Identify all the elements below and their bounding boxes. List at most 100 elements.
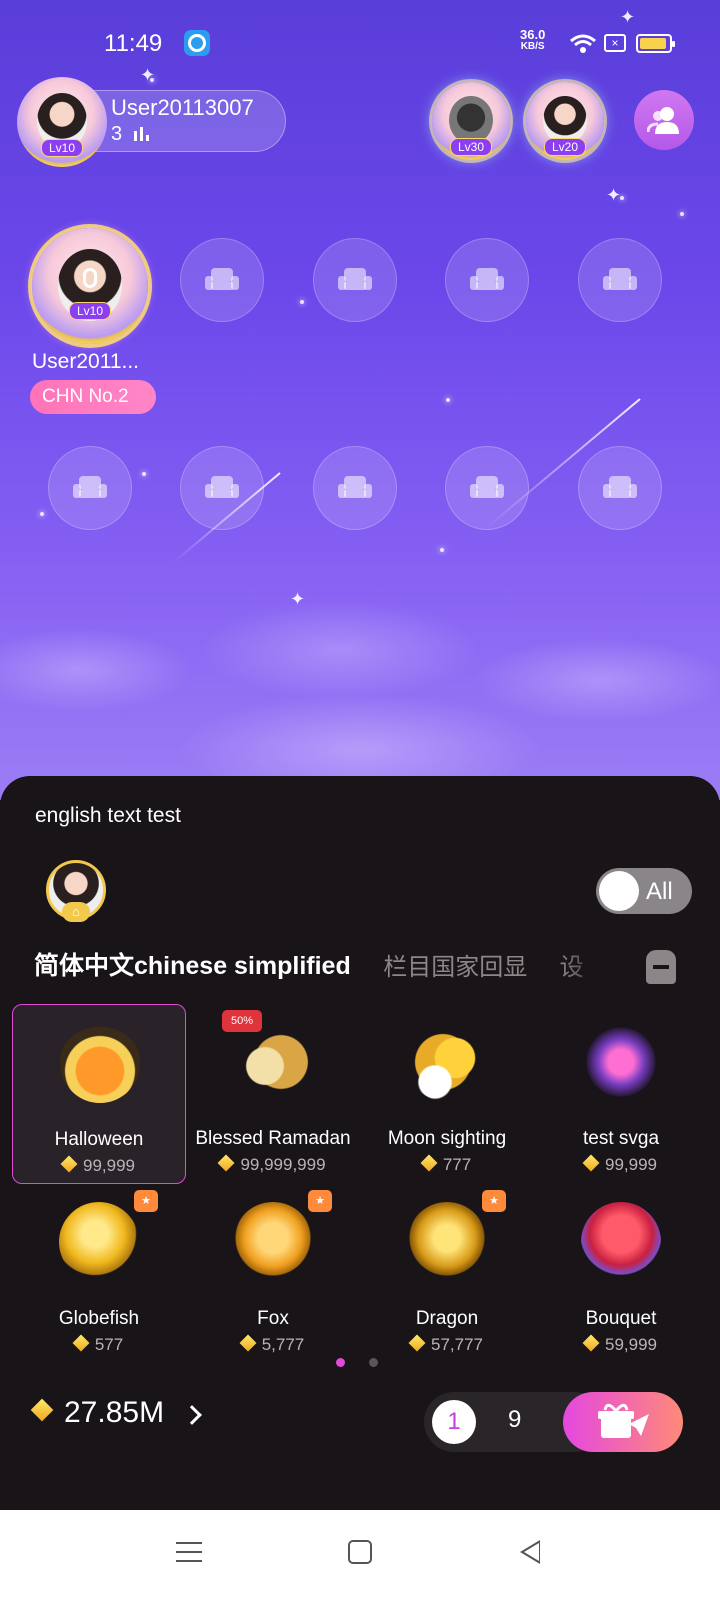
empty-seat[interactable] — [180, 446, 264, 530]
sofa-icon — [603, 268, 637, 290]
diamond-icon — [408, 1334, 426, 1352]
sofa-icon — [205, 268, 239, 290]
diamond-icon — [239, 1334, 257, 1352]
home-button[interactable] — [348, 1540, 372, 1564]
host-avatar[interactable]: Lv10 — [17, 77, 107, 167]
gift-image — [59, 1202, 139, 1282]
quantity-option-selected[interactable]: 1 — [432, 1400, 476, 1444]
room-members-button[interactable] — [634, 90, 694, 150]
special-gift-badge-icon: ★ — [482, 1190, 506, 1212]
quantity-option[interactable]: 9 — [508, 1406, 521, 1434]
gift-item-fox[interactable]: ★ Fox 5,777 — [186, 1184, 360, 1364]
sofa-icon — [205, 476, 239, 498]
diamond-balance[interactable]: 27.85M — [30, 1396, 164, 1430]
gift-price-value: 59,999 — [605, 1335, 657, 1354]
special-gift-badge-icon: ★ — [308, 1190, 332, 1212]
empty-seat[interactable] — [48, 446, 132, 530]
empty-seat[interactable] — [313, 238, 397, 322]
host-seat-name: User2011... — [32, 350, 139, 373]
special-gift-badge-icon: ★ — [134, 1190, 158, 1212]
system-navigation-bar — [0, 1510, 720, 1600]
recent-apps-button[interactable] — [176, 1542, 202, 1562]
users-icon — [647, 107, 679, 134]
network-speed-value: 36.0 — [520, 27, 546, 42]
star-decoration — [446, 398, 450, 402]
tab-chinese-simplified[interactable]: 简体中文chinese simplified — [34, 946, 351, 982]
gift-item-moon-sighting[interactable]: Moon sighting 777 — [360, 1004, 534, 1184]
network-speed-unit: KB/S — [520, 41, 545, 52]
gift-price: 59,999 — [534, 1334, 708, 1355]
gift-name: test svga — [582, 1128, 660, 1149]
gift-item-blessed-ramadan[interactable]: 50% Blessed Ramadan 99,999,999 — [186, 1004, 360, 1184]
sofa-icon — [338, 476, 372, 498]
empty-seat[interactable] — [578, 446, 662, 530]
level-badge: Lv10 — [40, 139, 84, 157]
gift-price-value: 777 — [442, 1155, 472, 1174]
app-notification-icon — [184, 30, 210, 56]
gift-item-test-svga[interactable]: test svga 99,999 — [534, 1004, 708, 1184]
toggle-knob — [599, 871, 639, 911]
star-decoration — [142, 472, 146, 476]
host-seat[interactable]: Lv10 — [32, 228, 148, 344]
gift-price: 777 — [360, 1154, 534, 1175]
gift-image — [60, 1023, 140, 1103]
host-info-pill[interactable]: Lv10 User20113007 3 — [17, 77, 286, 167]
empty-seat[interactable] — [445, 238, 529, 322]
gift-price: 99,999 — [13, 1155, 185, 1176]
gift-price-value: 57,777 — [431, 1335, 483, 1354]
backpack-icon[interactable] — [646, 950, 676, 984]
sofa-icon — [603, 476, 637, 498]
cloud-decoration — [0, 560, 720, 800]
gift-panel: english text test ⌂ All 简体中文chinese simp… — [0, 776, 720, 1510]
gift-item-halloween[interactable]: Halloween 99,999 — [12, 1004, 186, 1184]
tab-column-country[interactable]: 栏目国家回显 — [383, 947, 527, 982]
gift-item-bouquet[interactable]: Bouquet 59,999 — [534, 1184, 708, 1364]
wifi-icon — [570, 34, 596, 53]
gift-image — [233, 1202, 313, 1282]
empty-seat[interactable] — [578, 238, 662, 322]
diamond-icon — [582, 1154, 600, 1172]
gift-image — [581, 1202, 661, 1282]
gift-price-value: 99,999 — [83, 1156, 135, 1175]
sparkle-decoration: ✦ — [290, 589, 306, 609]
gift-price: 99,999 — [534, 1154, 708, 1175]
battery-icon — [636, 34, 675, 53]
top-fan-1[interactable]: Lv30 — [432, 82, 510, 160]
host-seat-avatar: Lv10 — [32, 228, 148, 344]
discount-badge: 50% — [222, 1010, 262, 1032]
gift-name: Globefish — [58, 1308, 140, 1329]
audience-count: 3 — [111, 123, 150, 146]
gift-grid: Halloween 99,999 50% Blessed Ramadan 99,999,… — [12, 1004, 712, 1374]
diamond-icon — [420, 1154, 438, 1172]
clock: 11:49 — [104, 30, 163, 57]
page-dot-active — [336, 1358, 345, 1367]
diamond-icon — [582, 1334, 600, 1352]
gift-image — [407, 1202, 487, 1282]
sparkle-decoration: ✦ — [606, 185, 622, 205]
gift-image — [581, 1022, 661, 1102]
star-decoration — [440, 548, 444, 552]
send-gift-button[interactable] — [563, 1392, 683, 1452]
empty-seat[interactable] — [313, 446, 397, 530]
star-decoration — [40, 512, 44, 516]
top-fan-2[interactable]: Lv20 — [526, 82, 604, 160]
gift-price: 99,999,999 — [186, 1154, 360, 1175]
country-rank-badge[interactable]: CHN No.2 — [30, 380, 156, 414]
empty-seat[interactable] — [180, 238, 264, 322]
back-button[interactable] — [520, 1540, 540, 1564]
level-badge: Lv30 — [449, 138, 493, 156]
gift-name: Fox — [257, 1308, 289, 1329]
gift-item-dragon[interactable]: ★ Dragon 57,777 — [360, 1184, 534, 1364]
gift-name: Moon sighting — [387, 1128, 507, 1149]
send-to-all-toggle[interactable]: All — [596, 868, 692, 914]
gift-price-value: 99,999,999 — [240, 1155, 326, 1174]
home-icon: ⌂ — [62, 902, 90, 922]
empty-seat[interactable] — [445, 446, 529, 530]
gift-name: Halloween — [54, 1129, 144, 1150]
gift-name: Bouquet — [585, 1308, 657, 1329]
gift-item-globefish[interactable]: ★ Globefish 577 — [12, 1184, 186, 1364]
level-badge: Lv10 — [68, 302, 112, 320]
sofa-icon — [470, 476, 504, 498]
chevron-right-icon[interactable] — [182, 1405, 202, 1425]
gift-image — [233, 1022, 313, 1102]
